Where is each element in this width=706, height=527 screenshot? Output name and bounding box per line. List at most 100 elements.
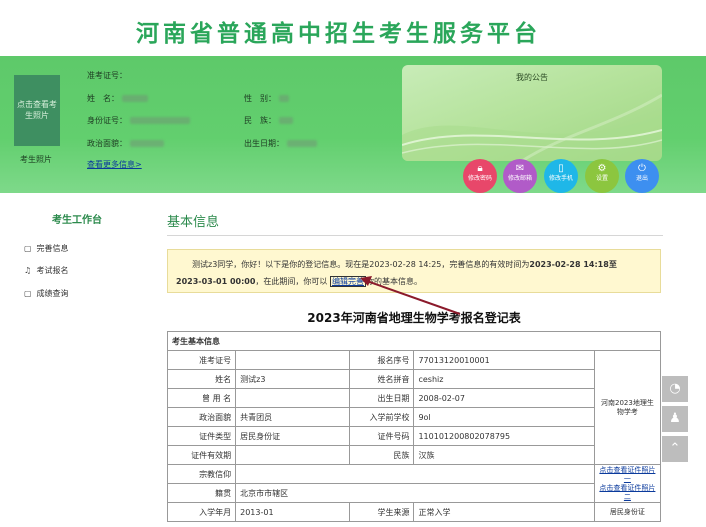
student-photo[interactable]: 点击查看考生照片 <box>14 75 60 146</box>
gender-label: 性 别： <box>244 94 276 103</box>
back-to-top-button[interactable]: ⌃ <box>662 436 688 462</box>
id-row: 身份证号： <box>87 115 190 126</box>
title-divider <box>167 235 663 236</box>
name-row: 姓 名： <box>87 93 148 104</box>
cell-label: 宗教信仰 <box>166 464 237 484</box>
cell-label: 准考证号 <box>166 350 237 370</box>
profile-banner: 点击查看考生照片 考生照片 准考证号： 姓 名： 性 别： 身份证号： 民 族：… <box>0 56 706 193</box>
sidebar-item-label: 成绩查询 <box>36 289 69 298</box>
cell-value: 北京市市辖区 <box>235 483 595 503</box>
change-phone-button[interactable]: ▯ 修改手机 <box>544 159 578 193</box>
doc-icon: ▢ <box>24 289 32 298</box>
change-email-button[interactable]: ✉ 修改邮箱 <box>503 159 537 193</box>
table-row: 宗教信仰 点击查看证件照片一 点击查看证件照片二 <box>166 464 662 503</box>
cell-label: 入学年月 <box>166 502 237 522</box>
cell-label: 证件号码 <box>349 426 415 446</box>
change-password-label: 修改密码 <box>467 175 492 182</box>
cell-value: 正常入学 <box>413 502 595 522</box>
table-row: 籍贯 北京市市辖区 <box>166 483 661 503</box>
cell-label: 证件有效期 <box>166 445 237 465</box>
doc-icon: ▢ <box>24 244 32 253</box>
cell-value: ceshiz <box>413 369 595 389</box>
photo-label: 考生照片 <box>20 155 52 164</box>
msg-time-end: 2023-03-01 00:00 <box>176 277 256 286</box>
more-info-link[interactable]: 查看更多信息> <box>87 159 142 170</box>
view-id-photo-1-link[interactable]: 点击查看证件照片一 <box>599 466 655 483</box>
page-title: 基本信息 <box>167 215 220 230</box>
main-content: 基本信息 测试z3同学，你好！以下是你的登记信息。现在是2023-02-28 1… <box>155 193 663 527</box>
sidebar-item-label: 考试报名 <box>36 266 69 275</box>
political-label: 政治面貌： <box>87 139 127 148</box>
view-id-photo-2-link[interactable]: 点击查看证件照片二 <box>599 484 655 501</box>
name-label: 姓 名： <box>87 94 119 103</box>
site-title: 河南省普通高中招生考生服务平台 <box>136 21 541 47</box>
exam-no-row: 准考证号： <box>87 70 127 81</box>
table-row: 考生基本信息 <box>167 331 661 351</box>
birth-value-redacted <box>286 140 317 147</box>
registration-table: 考生基本信息 准考证号 报名序号 77013120010001 河南2023地理… <box>166 331 662 522</box>
cell-label: 曾 用 名 <box>166 388 237 408</box>
cell-value: 汉族 <box>413 445 595 465</box>
change-password-button[interactable]: 🔒︎ 修改密码 <box>463 159 497 193</box>
sidebar-item-complete-info[interactable]: ▢ 完善信息 <box>24 243 69 254</box>
notice-panel: 我的公告 <box>402 65 662 161</box>
msg-text-1: 测试z3同学，你好！以下是你的登记信息。现在是2023-02-28 14:25，… <box>192 260 530 269</box>
mail-icon: ✉ <box>515 163 525 174</box>
cell-value <box>235 388 351 408</box>
bell-icon: ♫ <box>24 266 32 275</box>
cell-value: 110101200802078795 <box>413 426 595 446</box>
cell-value <box>235 445 351 465</box>
table-row: 准考证号 报名序号 77013120010001 河南2023地理生物学考 <box>166 350 662 465</box>
msg-time-start: 2023-02-28 14:18至 <box>529 260 617 269</box>
cell-value <box>235 464 595 484</box>
cell-value: 2008-02-07 <box>413 388 595 408</box>
sidebar-item-score-query[interactable]: ▢ 成绩查询 <box>24 288 69 299</box>
id-label: 身份证号： <box>87 116 127 125</box>
ethnic-value-redacted <box>278 117 293 124</box>
sidebar-title: 考生工作台 <box>52 215 102 226</box>
cell-value: 9ol <box>413 407 595 427</box>
cell-label: 民族 <box>349 445 415 465</box>
annotation-arrow <box>360 276 461 315</box>
cell-label: 出生日期 <box>349 388 415 408</box>
qq-float-button[interactable]: ♟ <box>662 406 688 432</box>
table-row: 证件类型 居民身份证 证件号码 110101200802078795 <box>166 426 661 446</box>
cell-value: 共青团员 <box>235 407 351 427</box>
qq-icon: ♟ <box>669 411 681 426</box>
power-icon: ⏻ <box>638 163 646 174</box>
cell-value: 测试z3 <box>235 369 351 389</box>
sidebar-item-exam-register[interactable]: ♫ 考试报名 <box>24 265 69 276</box>
political-row: 政治面貌： <box>87 138 164 149</box>
birth-row: 出生日期： <box>244 138 317 149</box>
cell-label: 证件类型 <box>166 426 237 446</box>
table-row: 姓名 测试z3 姓名拼音 ceshiz <box>166 369 661 389</box>
table-row: 政治面貌 共青团员 入学前学校 9ol <box>166 407 661 427</box>
political-value-redacted <box>129 140 164 147</box>
cell-value: 77013120010001 <box>413 350 595 370</box>
logout-button[interactable]: ⏻ 退出 <box>625 159 659 193</box>
settings-button[interactable]: ⚙ 设置 <box>585 159 619 193</box>
photo-cell: 河南2023地理生物学考 <box>593 350 662 465</box>
cell-value <box>235 350 351 370</box>
top-icon: ⌃ <box>669 441 681 456</box>
change-email-label: 修改邮箱 <box>507 175 532 182</box>
wechat-icon: ◔ <box>669 381 681 396</box>
cell-label: 籍贯 <box>166 483 237 503</box>
name-value-redacted <box>121 95 148 102</box>
cell-label: 入学前学校 <box>349 407 415 427</box>
sidebar: 考生工作台 ▢ 完善信息 ♫ 考试报名 ▢ 成绩查询 <box>0 193 155 527</box>
cell-label: 报名序号 <box>349 350 415 370</box>
cell-label: 姓名 <box>166 369 237 389</box>
gender-row: 性 别： <box>244 93 289 104</box>
cell-label: 姓名拼音 <box>349 369 415 389</box>
notice-title: 我的公告 <box>516 73 548 82</box>
ethnic-row: 民 族： <box>244 115 293 126</box>
phone-icon: ▯ <box>558 163 564 174</box>
lock-icon: 🔒︎ <box>477 163 483 174</box>
wechat-float-button[interactable]: ◔ <box>662 376 688 402</box>
logout-label: 退出 <box>635 175 648 182</box>
exam-no-label: 准考证号： <box>87 71 127 80</box>
sidebar-item-label: 完善信息 <box>36 244 69 253</box>
site-header: 河南省普通高中招生考生服务平台 <box>0 0 706 56</box>
section-header: 考生基本信息 <box>167 331 661 351</box>
